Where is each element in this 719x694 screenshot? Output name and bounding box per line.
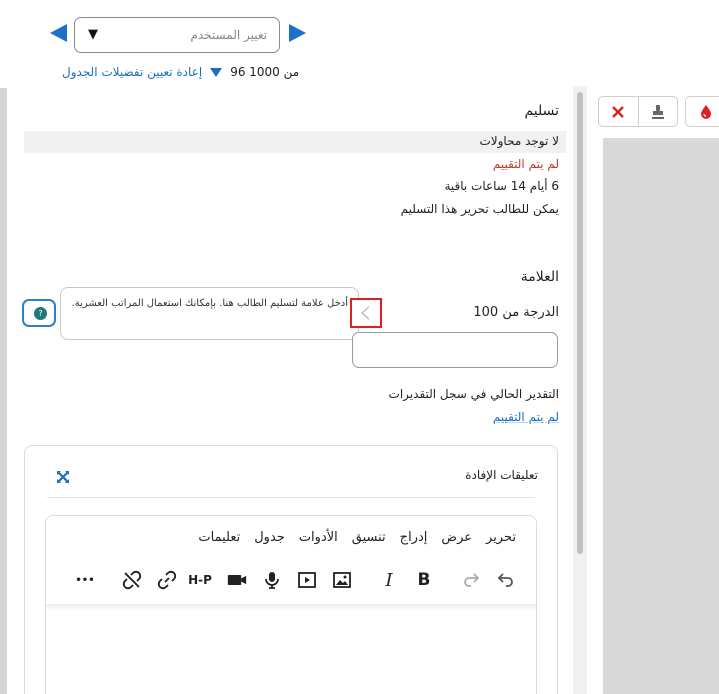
change-user-placeholder: تغيير المستخدم (190, 28, 267, 42)
filter-icon[interactable] (210, 67, 223, 77)
gradebook-label: التقدير الحالي في سجل التقديرات (388, 387, 559, 401)
previous-user-arrow-icon[interactable] (50, 24, 67, 42)
stamp-button[interactable] (637, 97, 678, 126)
tooltip-pointer-highlight (350, 298, 382, 328)
panel-scrollbar[interactable] (573, 86, 587, 694)
time-remaining: 6 أيام 14 ساعات باقية (444, 179, 559, 193)
italic-icon[interactable]: I (377, 568, 401, 592)
redo-icon[interactable] (459, 568, 483, 592)
feedback-comments-card: تعليقات الإفادة تحرير عرض إدراج تنسيق ال… (24, 445, 558, 694)
gradebook-value-link[interactable]: لم يتم التقييم (493, 410, 559, 424)
submission-status: لم يتم التقييم (492, 157, 559, 171)
grade-help-tooltip: أدخل علامة لتسليم الطالب هنا. بإمكانك اس… (60, 287, 359, 340)
submission-title: تسليم (524, 103, 559, 119)
help-icon: ? (34, 307, 47, 320)
cross-stamp-button[interactable] (599, 97, 638, 126)
menu-format[interactable]: تنسيق (352, 530, 386, 545)
stamp-icon (651, 104, 664, 119)
grade-label: الدرجة من 100 (473, 305, 559, 320)
toolbar-shadow (46, 604, 536, 610)
menu-tools[interactable]: الأدوات (299, 530, 338, 545)
chevron-left-icon (361, 306, 370, 320)
grade-title: العلامة (520, 269, 559, 285)
next-user-arrow-icon[interactable] (289, 24, 306, 42)
editor-menubar: تحرير عرض إدراج تنسيق الأدوات جدول تعليم… (198, 530, 516, 545)
menu-insert[interactable]: إدراج (400, 530, 428, 545)
grading-panel: تسليم لا توجد محاولات لم يتم التقييم 6 أ… (7, 86, 573, 694)
color-drop-icon (701, 105, 711, 119)
reset-table-preferences-link[interactable]: إعادة تعيين تفضيلات الجدول (62, 65, 202, 79)
microphone-icon[interactable] (260, 568, 284, 592)
top-bar: تغيير المستخدم ▼ إعادة تعيين تفضيلات الج… (0, 0, 719, 86)
attempts-text: لا توجد محاولات (479, 134, 560, 148)
scrollbar-thumb[interactable] (577, 92, 583, 554)
user-count: 96 من 1000 (230, 65, 300, 79)
h5p-icon[interactable]: H-P (188, 568, 212, 592)
menu-edit[interactable]: تحرير (486, 530, 516, 545)
link-icon[interactable] (155, 568, 179, 592)
feedback-title: تعليقات الإفادة (465, 468, 538, 482)
image-icon[interactable] (330, 568, 354, 592)
document-viewer-panel (587, 86, 719, 694)
annotation-tool-group (598, 96, 678, 127)
menu-table[interactable]: جدول (254, 530, 285, 545)
feedback-editor[interactable]: تحرير عرض إدراج تنسيق الأدوات جدول تعليم… (45, 515, 537, 694)
card-divider (47, 497, 535, 498)
left-scroll-strip (0, 88, 7, 694)
table-controls: إعادة تعيين تفضيلات الجدول 96 من 1000 (62, 63, 299, 81)
menu-help[interactable]: تعليمات (198, 530, 240, 545)
expand-icon[interactable] (56, 470, 70, 484)
document-preview-area[interactable] (603, 138, 719, 694)
chevron-down-icon: ▼ (88, 27, 98, 42)
more-options-icon[interactable]: ••• (73, 568, 97, 592)
grade-input[interactable] (352, 332, 558, 368)
bold-icon[interactable]: B (412, 568, 436, 592)
media-icon[interactable] (295, 568, 319, 592)
color-picker-button[interactable] (685, 96, 719, 127)
undo-icon[interactable] (494, 568, 518, 592)
menu-view[interactable]: عرض (441, 530, 472, 545)
video-camera-icon[interactable] (225, 568, 249, 592)
grade-help-button[interactable]: ? (22, 299, 56, 327)
change-user-select[interactable]: تغيير المستخدم ▼ (74, 17, 280, 53)
unlink-icon[interactable] (120, 568, 144, 592)
edit-note: يمكن للطالب تحرير هذا التسليم (400, 202, 559, 216)
cross-icon (612, 105, 625, 118)
